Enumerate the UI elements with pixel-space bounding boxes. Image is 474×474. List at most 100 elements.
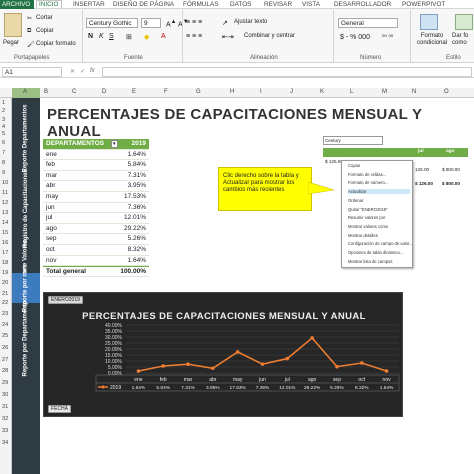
row-header[interactable]: 24 [2,322,8,328]
row-header[interactable]: 8 [2,160,5,166]
pivot-row[interactable]: sep 5.26% [43,234,149,245]
column-header[interactable]: C [72,89,76,95]
paste-button[interactable]: Pegar [3,40,19,46]
pivot-row[interactable]: ene 1.64% [43,150,149,161]
line-chart[interactable]: ENERO2019 PERCENTAJES DE CAPACITACIONES … [43,292,403,417]
column-header[interactable]: E [132,89,136,95]
tab-insertar[interactable]: INSERTAR [73,1,105,8]
font-color-icon[interactable]: A [161,33,166,40]
row-header[interactable]: 12 [2,200,8,206]
context-menu-item[interactable]: Configuración de campo de valor... [348,241,413,246]
format-painter-button[interactable]: Copiar formato [36,41,76,47]
row-header[interactable]: 18 [2,260,8,266]
copy-icon[interactable]: ⧉ [27,28,31,35]
row-header[interactable]: 23 [2,311,8,317]
orientation-icon[interactable]: ↗ [222,19,228,27]
row-header[interactable]: 32 [2,416,8,422]
pivot-row[interactable]: ago 29.22% [43,224,149,235]
row-header[interactable]: 6 [2,140,5,146]
borders-icon[interactable]: ⊞ [126,33,132,41]
column-header[interactable]: H [230,89,234,95]
column-header[interactable]: F [164,89,168,95]
paste-icon[interactable] [4,13,22,37]
context-menu-item[interactable]: Mostrar detalles [348,233,410,238]
row-header[interactable]: 19 [2,270,8,276]
font-size-select[interactable]: 9 [141,18,161,28]
formula-input[interactable] [102,67,472,77]
context-menu-item[interactable]: Resumir valores por [348,215,410,220]
font-name-select[interactable]: Century Gothic [86,18,138,28]
row-header[interactable]: 33 [2,428,8,434]
row-header[interactable]: 21 [2,291,8,297]
context-menu-item[interactable]: Opciones de tabla dinámica... [348,250,410,255]
pivot-row[interactable]: may 17.53% [43,192,149,203]
pivot-row[interactable]: feb 5.84% [43,160,149,171]
row-header[interactable]: 20 [2,280,8,286]
row-header[interactable]: 3 [2,117,5,123]
row-header[interactable]: 30 [2,392,8,398]
cond-format-icon[interactable] [420,14,438,30]
pivot-row[interactable]: jul 12.01% [43,213,149,224]
row-header[interactable]: 17 [2,250,8,256]
indent-icon[interactable]: ⇤⇥ [222,33,234,41]
tab-revisar[interactable]: REVISAR [264,1,292,8]
chart-field-button[interactable]: FECHA [48,405,71,413]
merge-center-button[interactable]: Combinar y centrar [244,33,295,39]
row-header[interactable]: 5 [2,131,5,137]
row-header[interactable]: 25 [2,333,8,339]
tab-vista[interactable]: VISTA [302,1,320,8]
row-header[interactable]: 16 [2,240,8,246]
column-header[interactable]: B [44,89,48,95]
row-header[interactable]: 13 [2,210,8,216]
column-header[interactable]: A [23,89,27,95]
tab-desarrollador[interactable]: DESARROLLADOR [334,1,391,8]
pivot-row[interactable]: oct 8.32% [43,245,149,256]
pivot-row[interactable]: abr 3.95% [43,181,149,192]
tab-diseno[interactable]: DISEÑO DE PÁGINA [113,1,174,8]
row-header[interactable]: 10 [2,180,8,186]
row-header[interactable]: 11 [2,190,8,196]
context-menu-item[interactable]: Actualizar [348,189,410,195]
number-format-select[interactable]: General [338,18,398,28]
sidebar-item-registro[interactable]: Registro de Capacitaciones [12,168,40,248]
sidebar-item-mes[interactable]: Reporte por mes [12,264,40,312]
row-header[interactable]: 15 [2,230,8,236]
fill-color-icon[interactable]: ◆ [144,33,149,41]
tab-datos[interactable]: DATOS [230,1,251,8]
align-left-icon[interactable]: ≡ ≡ ≡ [186,33,202,40]
column-header[interactable]: J [290,89,293,95]
context-menu-item[interactable]: Formato de número... [348,180,410,185]
row-header[interactable]: 31 [2,404,8,410]
brush-icon[interactable]: 🖌 [27,41,35,48]
tab-formulas[interactable]: FÓRMULAS [183,1,219,8]
file-tab[interactable]: ARCHIVO [0,0,34,9]
cond-format-button[interactable]: Formato condicional [414,33,450,47]
context-menu-item[interactable]: Formato de celdas... [348,172,410,177]
currency-icon[interactable]: $ - % 000 [340,34,370,41]
column-header[interactable]: G [196,89,201,95]
row-header[interactable]: 14 [2,220,8,226]
pivot-row[interactable]: jun 7.36% [43,203,149,214]
italic-icon[interactable]: K [99,33,104,40]
cancel-icon[interactable]: ✕ [70,68,75,75]
row-header[interactable]: 26 [2,345,8,351]
format-table-icon[interactable] [455,14,473,30]
row-header[interactable]: 9 [2,170,5,176]
row-header[interactable]: 22 [2,300,8,306]
column-header[interactable]: O [444,89,449,95]
align-top-icon[interactable]: ≡ ≡ ≡ [186,19,202,26]
row-header[interactable]: 34 [2,440,8,446]
context-menu-item[interactable]: Copiar [348,163,410,168]
context-menu-item[interactable]: Quitar "ENERO2019" [348,207,410,212]
confirm-icon[interactable]: ✓ [80,68,85,75]
column-header[interactable]: D [102,89,106,95]
filter-dropdown-icon[interactable]: ▾ [111,140,118,148]
row-header[interactable]: 27 [2,357,8,363]
row-header[interactable]: 29 [2,380,8,386]
context-menu-item[interactable]: Mostrar lista de campos [348,259,410,264]
context-menu-item[interactable]: Ordenar [348,198,410,203]
column-header[interactable]: M [382,89,387,95]
tab-inicio[interactable]: INICIO [36,0,62,8]
row-header[interactable]: 7 [2,150,5,156]
context-menu-item[interactable]: Mostrar valores como [348,224,410,229]
